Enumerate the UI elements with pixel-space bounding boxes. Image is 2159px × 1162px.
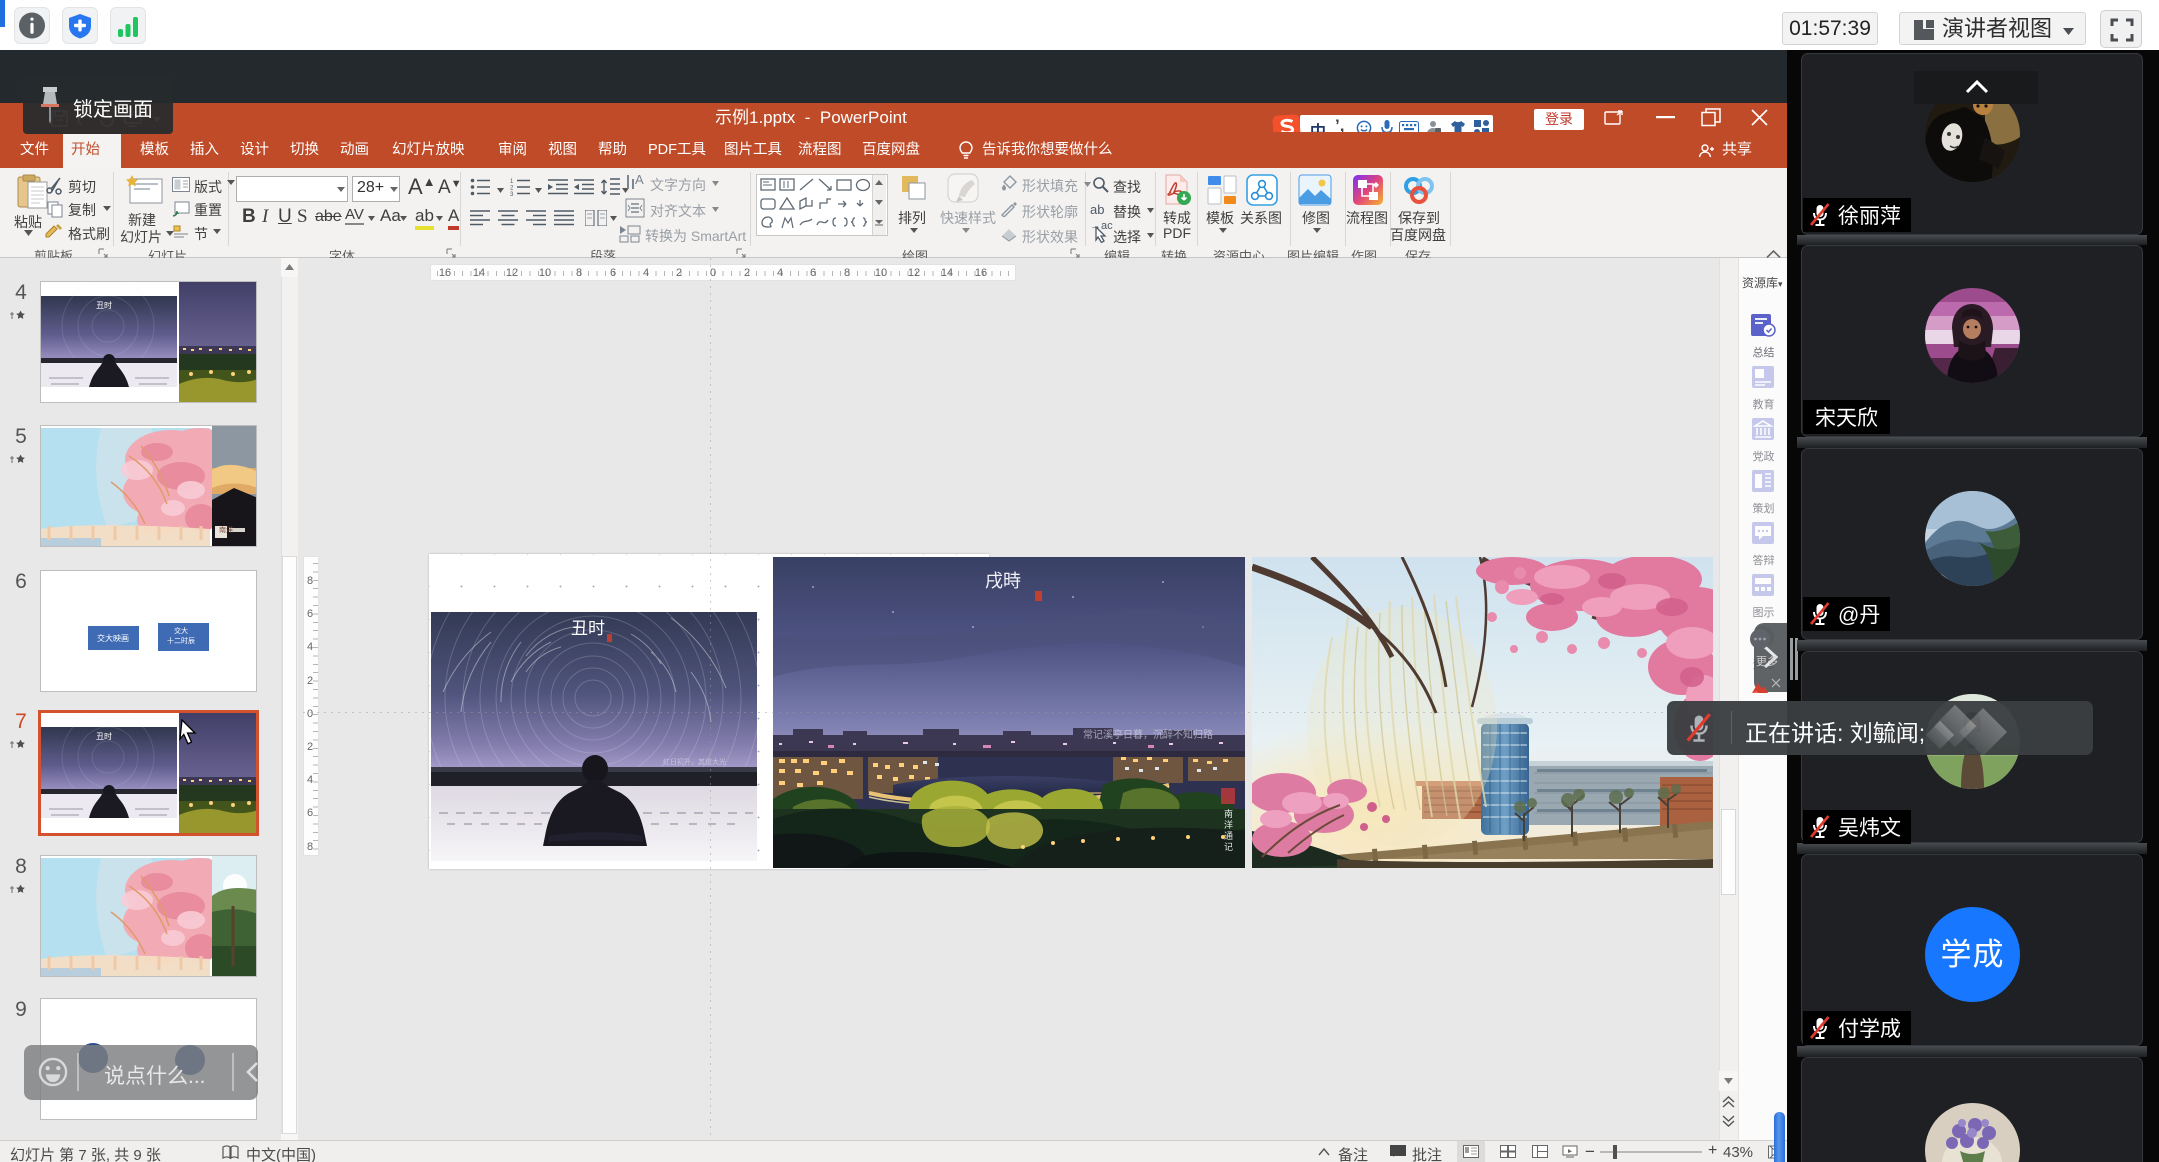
- svg-text:洋: 洋: [1224, 819, 1233, 830]
- svg-text:A: A: [635, 172, 644, 187]
- svg-text:通: 通: [1224, 831, 1233, 841]
- svg-text:常记溪亭日暮，沉醉不知归路: 常记溪亭日暮，沉醉不知归路: [1083, 728, 1213, 741]
- svg-text:记: 记: [1224, 842, 1233, 852]
- svg-text:丑时: 丑时: [96, 731, 112, 741]
- svg-text:十二时辰: 十二时辰: [167, 636, 195, 645]
- svg-text:1: 1: [510, 179, 514, 185]
- svg-text:交大: 交大: [174, 626, 188, 635]
- svg-text:丑时: 丑时: [96, 300, 112, 310]
- svg-text:3: 3: [510, 192, 514, 196]
- svg-text:红日初升，其道大光: 红日初升，其道大光: [663, 757, 726, 766]
- svg-text:南洋: 南洋: [219, 525, 233, 534]
- svg-text:交大映画: 交大映画: [97, 633, 129, 643]
- svg-text:南: 南: [1224, 808, 1233, 819]
- svg-text:戌時: 戌時: [985, 571, 1021, 591]
- svg-text:2: 2: [510, 186, 514, 192]
